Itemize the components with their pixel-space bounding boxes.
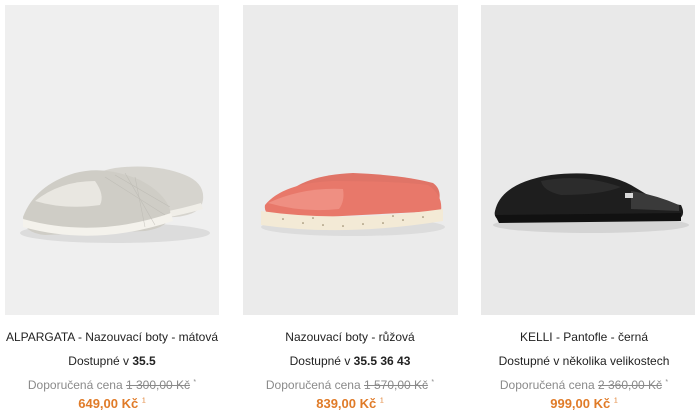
product-card[interactable]: ALPARGATA - Nazouvací boty - mátová Dost… — [0, 0, 232, 420]
price-note: 1 — [141, 397, 146, 405]
rrp-value: 1 570,00 Kč — [363, 378, 429, 392]
product-availability: Dostupné v 35.5 — [0, 354, 224, 368]
product-name[interactable]: KELLI - Pantofle - černá — [468, 330, 700, 344]
rrp-note: * — [193, 379, 197, 386]
price-value: 839,00 Kč — [316, 396, 377, 411]
product-price: 999,00 Kč 1 — [468, 396, 700, 411]
price-value: 999,00 Kč — [550, 396, 611, 411]
rrp-value: 2 360,00 Kč — [597, 378, 663, 392]
slipper-icon — [493, 173, 689, 233]
product-card[interactable]: Nazouvací boty - růžová Dostupné v 35.5 … — [234, 0, 466, 420]
product-image[interactable] — [243, 5, 458, 315]
price-value: 649,00 Kč — [78, 396, 139, 411]
canvas-slip-on-shoe-icon — [20, 166, 210, 243]
price-note: 1 — [379, 397, 384, 405]
product-name[interactable]: Nazouvací boty - růžová — [234, 330, 466, 344]
product-image[interactable] — [481, 5, 695, 315]
product-card[interactable]: KELLI - Pantofle - černá Dostupné v něko… — [468, 0, 700, 420]
rrp-value: 1 300,00 Kč — [125, 378, 191, 392]
recommended-price: Doporučená cena 1 300,00 Kč * — [0, 378, 224, 392]
availability-label: Dostupné v několika velikostech — [498, 354, 670, 368]
availability-sizes: 35.5 36 43 — [353, 354, 411, 368]
availability-label: Dostupné v — [289, 354, 354, 368]
availability-label: Dostupné v — [68, 354, 133, 368]
product-grid: ALPARGATA - Nazouvací boty - mátová Dost… — [0, 0, 700, 420]
recommended-price: Doporučená cena 2 360,00 Kč * — [468, 378, 700, 392]
product-name[interactable]: ALPARGATA - Nazouvací boty - mátová — [0, 330, 224, 344]
price-note: 1 — [613, 397, 618, 405]
rrp-note: * — [665, 379, 669, 386]
product-price: 839,00 Kč 1 — [234, 396, 466, 411]
product-availability: Dostupné v několika velikostech — [468, 354, 700, 368]
rrp-label: Doporučená cena — [265, 378, 364, 392]
rrp-note: * — [431, 379, 435, 386]
canvas-slip-on-shoe-icon — [261, 173, 445, 236]
product-price: 649,00 Kč 1 — [0, 396, 224, 411]
product-availability: Dostupné v 35.5 36 43 — [234, 354, 466, 368]
availability-sizes: 35.5 — [132, 354, 156, 368]
rrp-label: Doporučená cena — [499, 378, 598, 392]
rrp-label: Doporučená cena — [27, 378, 126, 392]
product-image[interactable] — [5, 5, 219, 315]
recommended-price: Doporučená cena 1 570,00 Kč * — [234, 378, 466, 392]
